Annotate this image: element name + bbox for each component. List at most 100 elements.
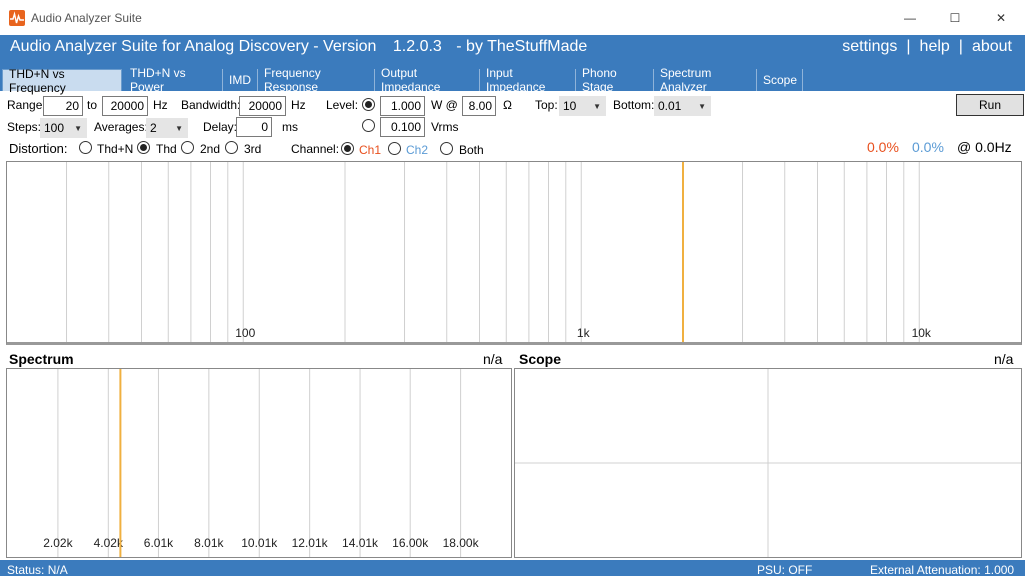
nav-separator: | xyxy=(906,38,911,55)
channel-ch1-label: Ch1 xyxy=(359,143,382,157)
level-vrms-input[interactable]: 0.100 xyxy=(380,117,425,137)
thdn-plot-svg: 100 1k 10k xyxy=(66,162,932,342)
spectrum-value: n/a xyxy=(483,351,503,367)
about-link[interactable]: about xyxy=(972,38,1012,56)
maximize-icon: ☐ xyxy=(949,10,961,25)
maximize-button[interactable]: ☐ xyxy=(932,0,978,35)
tab-input-impedance[interactable]: Input Impedance xyxy=(480,66,576,94)
status-bar: Status: N/A PSU: OFF External Attenuatio… xyxy=(0,560,1025,576)
x-tick-label: 12.01k xyxy=(292,536,329,550)
tab-phono-stage[interactable]: Phono Stage xyxy=(576,66,654,94)
bottom-label: Bottom: xyxy=(613,98,655,112)
psu-status: PSU: OFF xyxy=(757,563,813,576)
bandwidth-label: Bandwidth: xyxy=(181,98,241,112)
status-text: Status: N/A xyxy=(7,563,68,576)
distortion-label: Distortion: xyxy=(9,141,68,156)
x-tick-label: 14.01k xyxy=(342,536,379,550)
averages-select[interactable]: 2 ▼ xyxy=(146,118,188,138)
version-number: 1.2.0.3 xyxy=(392,38,442,55)
close-icon: ✕ xyxy=(995,10,1007,25)
x-tick-label: 1k xyxy=(577,326,591,340)
averages-label: Averages: xyxy=(94,120,148,134)
to-label: to xyxy=(87,98,98,112)
tab-spectrum-analyzer[interactable]: Spectrum Analyzer xyxy=(654,66,757,94)
tab-strip: THD+N vs Frequency THD+N vs Power IMD Fr… xyxy=(0,66,1025,95)
x-tick-label: 16.00k xyxy=(392,536,429,550)
spectrum-plot-svg: 2.02k 4.02k 6.01k 8.01k 10.01k 12.01k 14.01k 16… xyxy=(43,369,480,557)
frequency-readout: @ 0.0Hz xyxy=(957,139,1012,155)
channel-ch2-label: Ch2 xyxy=(406,143,429,157)
minimize-icon: — xyxy=(904,10,916,25)
minimize-button[interactable]: — xyxy=(887,0,933,35)
title-suffix: - by TheStuffMade xyxy=(456,38,588,55)
spectrum-title: Spectrum xyxy=(9,351,74,367)
header-nav: settings | help | about xyxy=(842,38,1012,56)
chevron-down-icon: ▼ xyxy=(698,102,706,111)
ch2-readout: 0.0% xyxy=(912,139,944,155)
top-label: Top: xyxy=(535,98,558,112)
dist-thdn-radio[interactable] xyxy=(79,141,92,154)
attenuation-status: External Attenuation: 1.000 xyxy=(870,563,1015,576)
scope-plot[interactable] xyxy=(514,368,1022,558)
dist-thdn-label: Thd+N xyxy=(97,142,134,156)
tab-thdn-vs-power[interactable]: THD+N vs Power xyxy=(124,66,223,94)
tab-thdn-vs-frequency[interactable]: THD+N vs Frequency xyxy=(2,67,122,95)
steps-select-value: 100 xyxy=(44,121,65,135)
dist-thd-label: Thd xyxy=(156,142,177,156)
run-button[interactable]: Run xyxy=(956,94,1024,116)
help-link[interactable]: help xyxy=(920,38,950,56)
channel-ch1-radio[interactable] xyxy=(341,142,354,155)
settings-link[interactable]: settings xyxy=(842,38,897,56)
delay-unit-label: ms xyxy=(282,120,298,134)
chevron-down-icon: ▼ xyxy=(175,124,183,133)
dist-2nd-radio[interactable] xyxy=(181,141,194,154)
chevron-down-icon: ▼ xyxy=(74,124,82,133)
tab-frequency-response[interactable]: Frequency Response xyxy=(258,66,375,94)
load-input[interactable]: 8.00 xyxy=(462,96,496,116)
ch1-readout: 0.0% xyxy=(867,139,899,155)
x-tick-label: 10k xyxy=(912,326,932,340)
bandwidth-input[interactable]: 20000 xyxy=(239,96,286,116)
x-tick-label: 10.01k xyxy=(241,536,278,550)
w-at-label: W @ xyxy=(431,98,458,112)
vrms-label: Vrms xyxy=(431,120,459,134)
bottom-select[interactable]: 0.01 ▼ xyxy=(654,96,711,116)
close-button[interactable]: ✕ xyxy=(978,0,1024,35)
tab-imd[interactable]: IMD xyxy=(223,69,258,91)
channel-ch2-radio[interactable] xyxy=(388,142,401,155)
delay-label: Delay: xyxy=(203,120,238,134)
range-unit-label: Hz xyxy=(153,98,168,112)
scope-title: Scope xyxy=(519,351,562,367)
level-watts-radio[interactable] xyxy=(362,98,375,111)
app-title: Audio Analyzer Suite for Analog Discover… xyxy=(10,38,587,56)
x-tick-label: 100 xyxy=(235,326,255,340)
top-select[interactable]: 10 ▼ xyxy=(559,96,606,116)
level-vrms-radio[interactable] xyxy=(362,119,375,132)
x-tick-label: 6.01k xyxy=(144,536,174,550)
title-bar[interactable]: Audio Analyzer Suite — ☐ ✕ xyxy=(0,0,1025,35)
bandwidth-unit-label: Hz xyxy=(291,98,306,112)
top-select-value: 10 xyxy=(563,99,577,113)
x-tick-label: 18.00k xyxy=(443,536,480,550)
chevron-down-icon: ▼ xyxy=(593,102,601,111)
channel-both-label: Both xyxy=(459,143,484,157)
dist-3rd-radio[interactable] xyxy=(225,141,238,154)
level-watts-input[interactable]: 1.000 xyxy=(380,96,425,116)
tab-scope[interactable]: Scope xyxy=(757,69,803,91)
channel-label: Channel: xyxy=(291,142,340,156)
level-label: Level: xyxy=(326,98,359,112)
delay-input[interactable]: 0 xyxy=(236,117,272,137)
x-tick-label: 2.02k xyxy=(43,536,73,550)
nav-separator: | xyxy=(958,38,963,55)
spectrum-plot[interactable]: 2.02k 4.02k 6.01k 8.01k 10.01k 12.01k 14.01k 16… xyxy=(6,368,512,558)
thdn-plot[interactable]: 100 1k 10k xyxy=(6,161,1022,345)
range-from-input[interactable]: 20 xyxy=(43,96,83,116)
app-header: Audio Analyzer Suite for Analog Discover… xyxy=(0,35,1025,69)
bottom-select-value: 0.01 xyxy=(658,99,682,113)
tab-output-impedance[interactable]: Output Impedance xyxy=(375,66,480,94)
dist-thd-radio[interactable] xyxy=(137,141,150,154)
scope-plot-svg xyxy=(515,369,1021,557)
steps-select[interactable]: 100 ▼ xyxy=(40,118,87,138)
channel-both-radio[interactable] xyxy=(440,142,453,155)
range-to-input[interactable]: 20000 xyxy=(102,96,148,116)
